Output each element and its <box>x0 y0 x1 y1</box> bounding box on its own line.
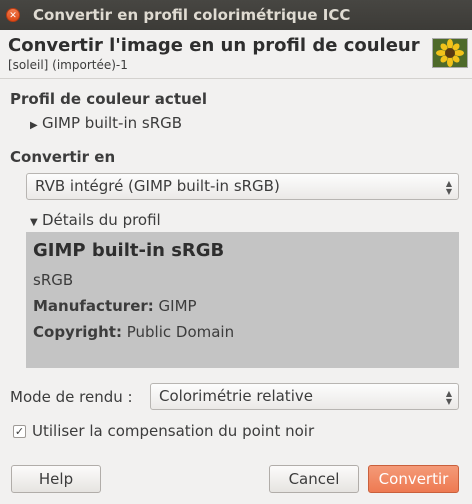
header-divider <box>0 78 472 79</box>
render-mode-value: Colorimétrie relative <box>159 387 313 405</box>
manufacturer-value: GIMP <box>158 297 197 315</box>
image-name: [soleil] (importée)-1 <box>8 58 128 72</box>
profile-details-expander[interactable]: ▼ Détails du profil <box>30 211 161 229</box>
render-mode-label: Mode de rendu : <box>10 388 133 406</box>
help-button[interactable]: Help <box>11 465 101 493</box>
cancel-button[interactable]: Cancel <box>269 465 359 493</box>
black-point-checkbox[interactable]: ✓ <box>13 425 26 438</box>
triangle-down-icon: ▼ <box>30 217 38 228</box>
current-profile-expander[interactable]: ▶ GIMP built-in sRGB <box>30 114 182 132</box>
title-bar: ✕ Convertir en profil colorimétrique ICC <box>0 0 472 30</box>
target-profile-value: RVB intégré (GIMP built-in sRGB) <box>35 177 280 195</box>
profile-details-panel: GIMP built-in sRGB sRGB Manufacturer: GI… <box>26 232 459 368</box>
triangle-right-icon: ▶ <box>30 120 38 131</box>
close-icon[interactable]: ✕ <box>6 8 20 22</box>
manufacturer-label: Manufacturer: <box>33 297 154 315</box>
copyright-label: Copyright: <box>33 323 122 341</box>
profile-manufacturer: Manufacturer: GIMP <box>33 297 197 315</box>
render-mode-combo[interactable]: Colorimétrie relative ▲ ▼ <box>150 383 459 410</box>
convert-to-heading: Convertir en <box>10 148 116 166</box>
window-title: Convertir en profil colorimétrique ICC <box>33 6 351 24</box>
combo-arrows-icon: ▲ ▼ <box>445 389 452 406</box>
profile-description: sRGB <box>33 271 74 289</box>
combo-arrows-icon: ▲ ▼ <box>445 179 452 196</box>
current-profile-heading: Profil de couleur actuel <box>10 90 207 108</box>
black-point-label[interactable]: Utiliser la compensation du point noir <box>32 422 314 440</box>
image-thumbnail <box>432 38 468 68</box>
profile-details-label: Détails du profil <box>42 211 161 229</box>
profile-name: GIMP built-in sRGB <box>33 240 225 261</box>
dialog-heading: Convertir l'image en un profil de couleu… <box>8 35 420 56</box>
copyright-value: Public Domain <box>126 323 235 341</box>
sunflower-icon <box>433 39 467 67</box>
target-profile-combo[interactable]: RVB intégré (GIMP built-in sRGB) ▲ ▼ <box>26 173 459 200</box>
convert-button[interactable]: Convertir <box>368 465 459 493</box>
profile-copyright: Copyright: Public Domain <box>33 323 234 341</box>
current-profile-name: GIMP built-in sRGB <box>42 114 183 132</box>
